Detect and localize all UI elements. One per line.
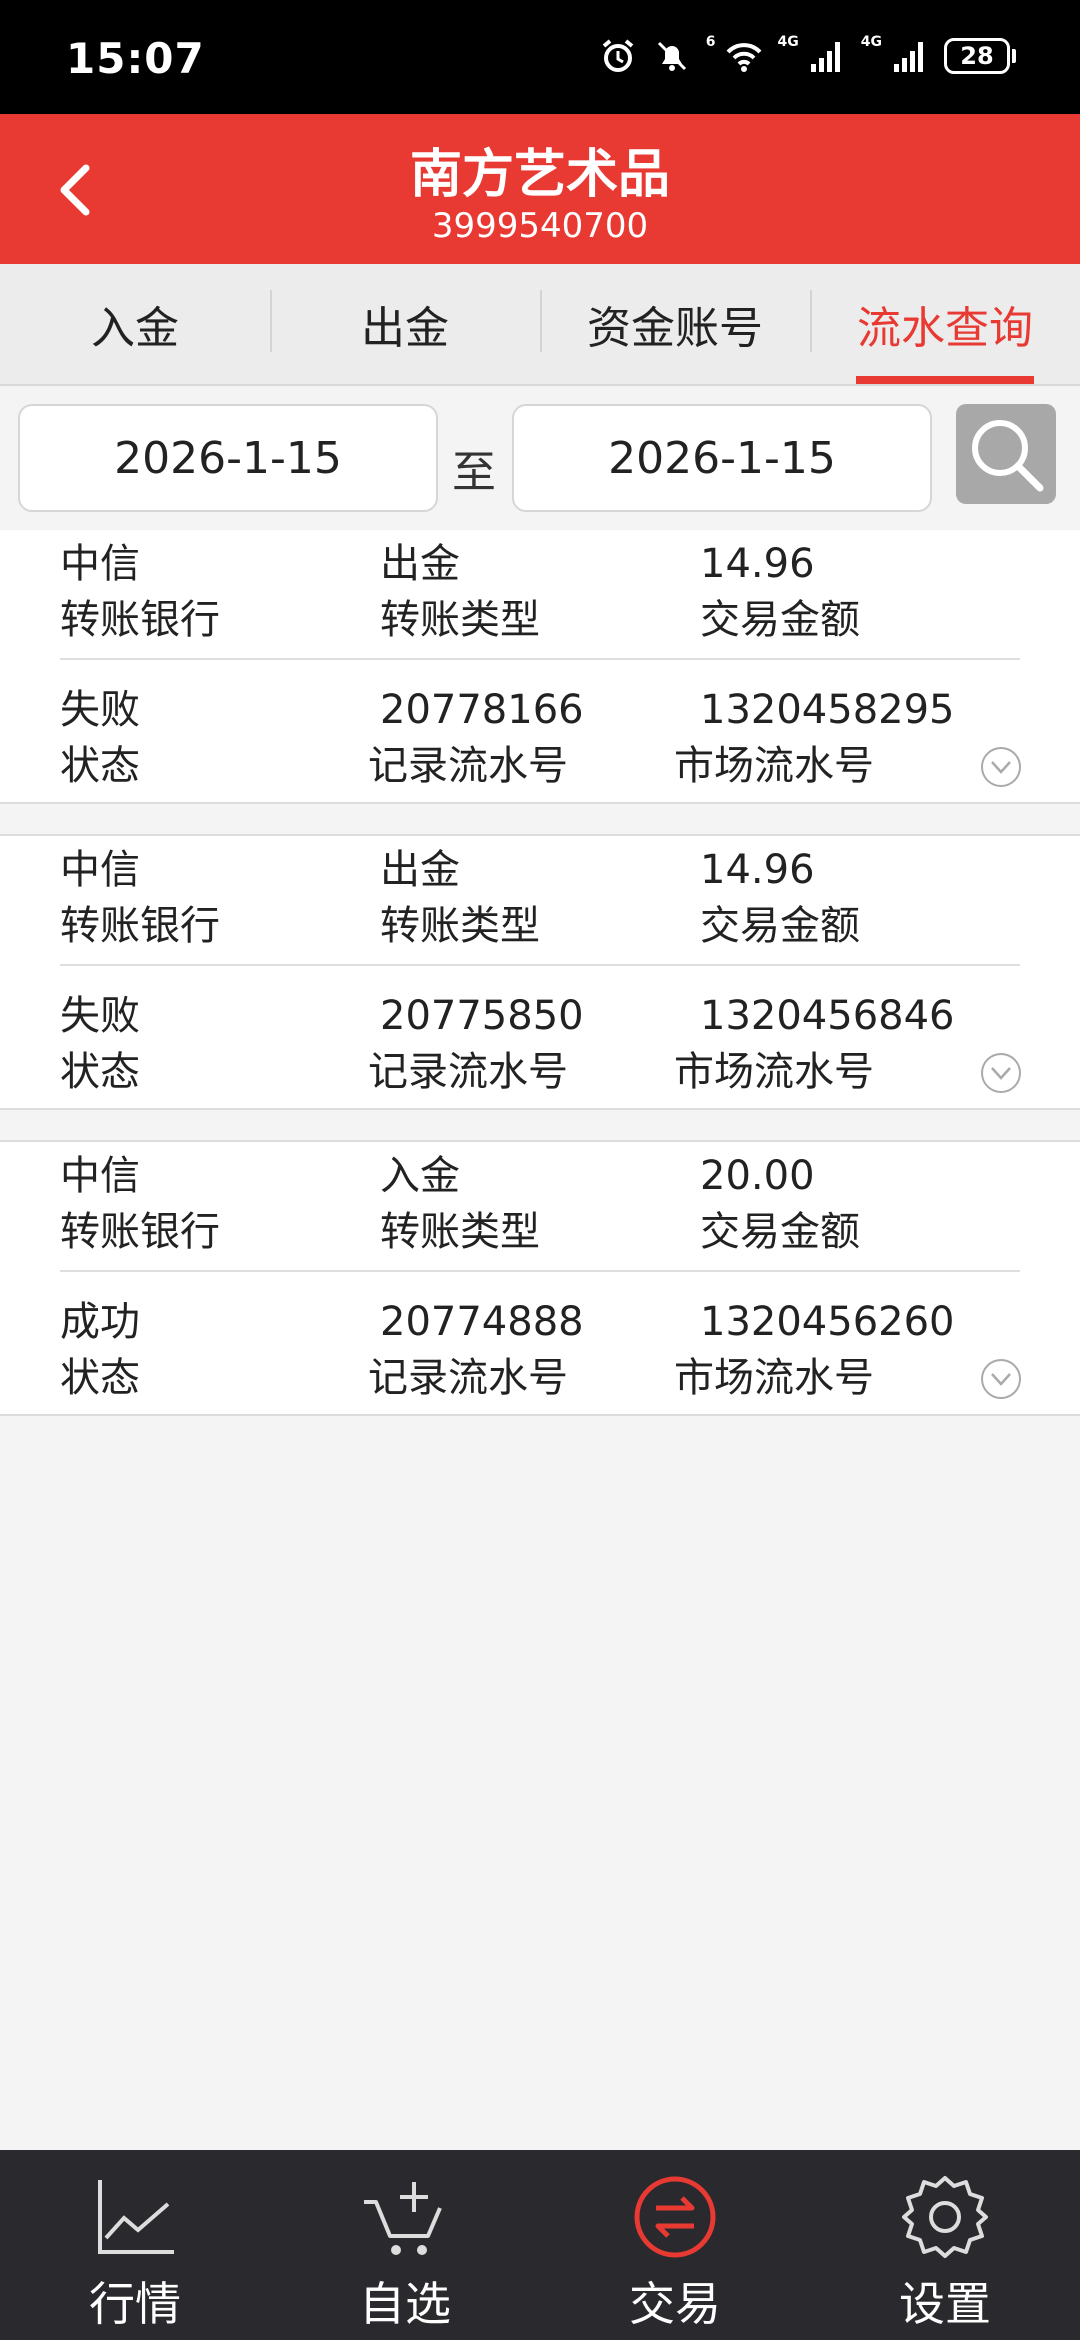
type-value: 出金 <box>380 541 460 587</box>
amount-value: 14.96 <box>700 541 815 587</box>
bank-label: 转账银行 <box>60 597 220 643</box>
type-label: 转账类型 <box>380 903 540 949</box>
status-icons: 6 4G 4G 28 <box>598 34 1016 76</box>
cart-add-icon <box>364 2182 442 2255</box>
transaction-list: 中信 出金 14.96 转账银行 转账类型 交易金额 失败 20778166 1… <box>0 530 1080 1446</box>
record-divider <box>60 658 1020 660</box>
market-no-label: 市场流水号 <box>674 743 874 789</box>
record-divider <box>60 964 1020 966</box>
bank-value: 中信 <box>60 541 140 587</box>
exchange-icon <box>634 2176 716 2258</box>
expand-chevron-icon[interactable] <box>980 1358 1022 1400</box>
status-value: 失败 <box>60 993 140 1039</box>
nav-settings-label: 设置 <box>899 2277 991 2331</box>
nav-market-label: 行情 <box>89 2277 181 2331</box>
record-divider <box>60 1270 1020 1272</box>
type-label: 转账类型 <box>380 1209 540 1255</box>
search-button[interactable] <box>956 404 1056 504</box>
tab-bar: 入金 出金 资金账号 流水查询 <box>0 264 1080 386</box>
gear-icon <box>902 2176 988 2258</box>
end-date-field[interactable]: 2026-1-15 <box>512 404 932 512</box>
bottom-nav: 行情 自选 交易 设置 <box>0 2150 1080 2340</box>
page-title: 南方艺术品 <box>409 145 670 205</box>
status-label: 状态 <box>60 743 140 789</box>
nav-watchlist[interactable]: 自选 <box>270 2150 540 2340</box>
status-time: 15:07 <box>66 34 205 83</box>
expand-chevron-icon[interactable] <box>980 1052 1022 1094</box>
tab-deposit[interactable]: 入金 <box>0 264 270 384</box>
wifi-icon <box>726 43 761 72</box>
tab-fund-account[interactable]: 资金账号 <box>540 264 810 384</box>
market-no-value: 1320456260 <box>700 1299 955 1345</box>
market-no-value: 1320456846 <box>700 993 955 1039</box>
record-no-label: 记录流水号 <box>368 743 568 789</box>
market-no-value: 1320458295 <box>700 687 955 733</box>
battery-level: 28 <box>944 38 1010 74</box>
nav-trade[interactable]: 交易 <box>540 2150 810 2340</box>
nav-trade-label: 交易 <box>629 2277 721 2331</box>
nav-settings[interactable]: 设置 <box>810 2150 1080 2340</box>
signal-icon <box>810 42 840 72</box>
amount-label: 交易金额 <box>700 903 860 949</box>
bank-label: 转账银行 <box>60 903 220 949</box>
amount-label: 交易金额 <box>700 1209 860 1255</box>
status-value: 成功 <box>60 1299 140 1345</box>
date-filter: 2026-1-15 至 2026-1-15 <box>0 388 1080 530</box>
expand-chevron-icon[interactable] <box>980 746 1022 788</box>
to-label: 至 <box>452 447 496 498</box>
mute-bell-icon <box>657 41 686 71</box>
bank-value: 中信 <box>60 847 140 893</box>
type-label: 转账类型 <box>380 597 540 643</box>
transaction-record: 中信 出金 14.96 转账银行 转账类型 交易金额 失败 20778166 1… <box>0 530 1080 804</box>
record-no-value: 20774888 <box>380 1299 584 1345</box>
nav-watchlist-label: 自选 <box>359 2277 451 2331</box>
record-no-label: 记录流水号 <box>368 1049 568 1095</box>
signal1-label: 4G <box>777 34 799 50</box>
transaction-record: 中信 出金 14.96 转账银行 转账类型 交易金额 失败 20775850 1… <box>0 834 1080 1110</box>
bank-value: 中信 <box>60 1153 140 1199</box>
status-label: 状态 <box>60 1049 140 1095</box>
start-date-field[interactable]: 2026-1-15 <box>18 404 438 512</box>
line-chart-icon <box>98 2180 174 2254</box>
transaction-record: 中信 入金 20.00 转账银行 转账类型 交易金额 成功 20774888 1… <box>0 1140 1080 1416</box>
market-no-label: 市场流水号 <box>674 1049 874 1095</box>
amount-value: 20.00 <box>700 1153 815 1199</box>
status-bar: 15:07 6 4G 4G 28 <box>0 0 1080 114</box>
nav-market[interactable]: 行情 <box>0 2150 270 2340</box>
record-no-value: 20775850 <box>380 993 584 1039</box>
search-icon <box>972 420 1044 492</box>
signal-icon <box>894 42 923 72</box>
type-value: 出金 <box>380 847 460 893</box>
record-no-label: 记录流水号 <box>368 1355 568 1401</box>
alarm-icon <box>602 39 634 72</box>
tab-transaction-query[interactable]: 流水查询 <box>810 264 1080 384</box>
amount-label: 交易金额 <box>700 597 860 643</box>
amount-value: 14.96 <box>700 847 815 893</box>
status-label: 状态 <box>60 1355 140 1401</box>
app-header: 南方艺术品 3999540700 <box>0 114 1080 264</box>
battery-icon: 28 <box>944 38 1016 74</box>
bank-label: 转账银行 <box>60 1209 220 1255</box>
account-number: 3999540700 <box>431 206 649 246</box>
record-no-value: 20778166 <box>380 687 584 733</box>
wifi-label: 6 <box>705 34 716 50</box>
status-value: 失败 <box>60 687 140 733</box>
tab-withdraw[interactable]: 出金 <box>270 264 540 384</box>
market-no-label: 市场流水号 <box>674 1355 874 1401</box>
signal2-label: 4G <box>860 34 882 50</box>
type-value: 入金 <box>380 1153 460 1199</box>
